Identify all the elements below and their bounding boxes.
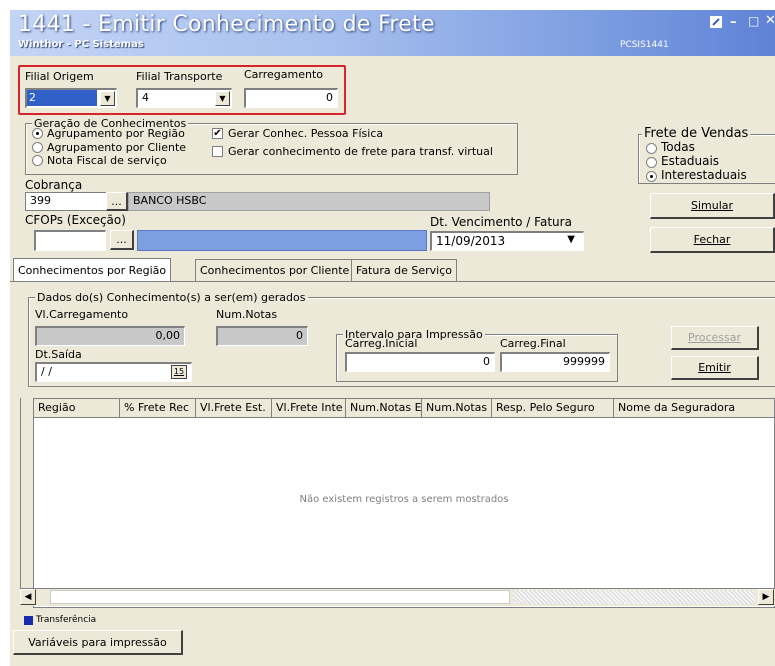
app-window: 1441 - Emitir Conhecimento de Frete Wint… xyxy=(10,10,775,666)
check-pessoa-fisica-label[interactable]: Gerar Conhec. Pessoa Física xyxy=(228,127,383,140)
scroll-thumb[interactable] xyxy=(50,590,510,604)
check-pessoa-fisica[interactable]: ✔ xyxy=(212,128,223,139)
chevron-down-icon[interactable]: ▼ xyxy=(215,91,230,106)
horizontal-scrollbar[interactable]: ◀ ▶ xyxy=(20,588,775,606)
vl-carregamento-field: 0,00 xyxy=(35,326,185,346)
vencimento-label: Dt. Vencimento / Fatura xyxy=(430,215,572,229)
option-nota-fiscal[interactable]: Nota Fiscal de serviço xyxy=(47,154,167,167)
radio-nota-fiscal[interactable] xyxy=(32,155,43,166)
tab-conhecimentos-cliente[interactable]: Conhecimentos por Cliente xyxy=(195,259,355,281)
tab-fatura-servico[interactable]: Fatura de Serviço xyxy=(351,259,457,281)
vl-carregamento-label: Vl.Carregamento xyxy=(35,308,129,321)
data-grid[interactable]: Região % Frete Rec Vl.Frete Est. Vl.Fret… xyxy=(33,398,775,608)
carreg-final-input[interactable]: 999999 xyxy=(500,352,610,372)
chevron-down-icon[interactable]: ▼ xyxy=(567,234,575,245)
maximize-icon[interactable]: □ xyxy=(748,14,759,28)
num-notas-field: 0 xyxy=(216,326,308,346)
grid-row-indicator xyxy=(20,398,33,588)
program-code: PCSIS1441 xyxy=(620,40,669,50)
column-header[interactable]: Resp. Pelo Seguro xyxy=(492,399,614,418)
column-header[interactable]: Vl.Frete Inte xyxy=(272,399,346,418)
filial-origem-label: Filial Origem xyxy=(25,70,94,83)
window-title: 1441 - Emitir Conhecimento de Frete xyxy=(18,12,435,37)
dt-saida-label: Dt.Saída xyxy=(35,348,82,361)
title-bar[interactable]: 1441 - Emitir Conhecimento de Frete Wint… xyxy=(10,10,775,56)
grid-header: Região % Frete Rec Vl.Frete Est. Vl.Fret… xyxy=(34,399,774,418)
cobranca-name-field: BANCO HSBC xyxy=(128,192,490,211)
radio-agrupamento-cliente[interactable] xyxy=(32,142,43,153)
filial-origem-select[interactable]: 2 ▼ xyxy=(25,88,117,108)
column-header[interactable]: Nome da Seguradora xyxy=(614,399,775,418)
tab-conhecimentos-regiao[interactable]: Conhecimentos por Região xyxy=(13,258,172,282)
scroll-right-icon[interactable]: ▶ xyxy=(758,589,774,605)
legend-label: Transferência xyxy=(36,615,97,625)
carregamento-label: Carregamento xyxy=(244,68,324,81)
filial-transporte-label: Filial Transporte xyxy=(136,70,223,83)
empty-grid-message: Não existem registros a serem mostrados xyxy=(299,494,509,505)
radio-todas[interactable] xyxy=(646,143,657,154)
dt-saida-input[interactable]: / / 15 xyxy=(35,362,192,382)
carreg-inicial-input[interactable]: 0 xyxy=(345,352,495,372)
option-interestaduais[interactable]: Interestaduais xyxy=(661,168,747,182)
processar-button[interactable]: Processar xyxy=(671,326,759,350)
cobranca-browse-button[interactable]: ... xyxy=(106,192,128,211)
check-transf-virtual-label[interactable]: Gerar conhecimento de frete para transf.… xyxy=(228,145,493,158)
check-transf-virtual[interactable] xyxy=(212,146,223,157)
column-header[interactable]: Região xyxy=(34,399,120,418)
column-header[interactable]: Num.Notas E xyxy=(346,399,422,418)
dados-title: Dados do(s) Conhecimento(s) a ser(em) ge… xyxy=(35,291,308,304)
radio-interestaduais[interactable] xyxy=(646,171,657,182)
fechar-button[interactable]: Fechar xyxy=(650,227,775,253)
simular-button[interactable]: Simular xyxy=(650,193,775,219)
minimize-icon[interactable]: – xyxy=(730,15,737,30)
variaveis-impressao-button[interactable]: Variáveis para impressão xyxy=(13,630,183,655)
vencimento-value: 11/09/2013 xyxy=(436,234,506,248)
radio-agrupamento-regiao[interactable] xyxy=(32,128,43,139)
window-subtitle: Winthor - PC Sistemas xyxy=(18,39,144,50)
option-agrupamento-regiao[interactable]: Agrupamento por Região xyxy=(47,127,185,140)
cobranca-label: Cobrança xyxy=(25,178,83,192)
carreg-inicial-label: Carreg.Inicial xyxy=(345,337,418,350)
cfops-browse-button[interactable]: ... xyxy=(110,230,134,250)
close-icon[interactable]: ✕ xyxy=(765,13,775,28)
option-todas[interactable]: Todas xyxy=(661,140,695,154)
column-header[interactable]: Vl.Frete Est. xyxy=(196,399,272,418)
scroll-left-icon[interactable]: ◀ xyxy=(20,589,36,605)
num-notas-label: Num.Notas xyxy=(216,308,278,321)
chevron-down-icon[interactable]: ▼ xyxy=(100,91,115,106)
radio-estaduais[interactable] xyxy=(646,157,657,168)
legend-swatch xyxy=(24,616,33,625)
column-header[interactable]: Num.Notas I xyxy=(422,399,492,418)
column-header[interactable]: % Frete Rec xyxy=(120,399,196,418)
cfops-description-field xyxy=(137,230,427,251)
vencimento-select[interactable]: 11/09/2013 ▼ xyxy=(430,231,584,251)
carreg-final-label: Carreg.Final xyxy=(500,337,566,350)
option-agrupamento-cliente[interactable]: Agrupamento por Cliente xyxy=(47,141,186,154)
calendar-icon[interactable]: 15 xyxy=(171,365,187,379)
filial-transporte-value: 4 xyxy=(142,91,149,104)
restore-icon[interactable] xyxy=(710,16,722,32)
dt-saida-value: / / xyxy=(41,365,52,378)
cfops-code-input[interactable] xyxy=(34,230,106,251)
carregamento-input[interactable]: 0 xyxy=(244,88,338,108)
emitir-button[interactable]: Emitir xyxy=(671,356,759,380)
scroll-track[interactable] xyxy=(513,590,755,604)
option-estaduais[interactable]: Estaduais xyxy=(661,154,719,168)
frete-vendas-title: Frete de Vendas xyxy=(642,126,751,141)
cfops-label: CFOPs (Exceção) xyxy=(25,213,126,227)
filial-transporte-select[interactable]: 4 ▼ xyxy=(136,88,232,108)
filial-origem-value: 2 xyxy=(27,90,97,106)
